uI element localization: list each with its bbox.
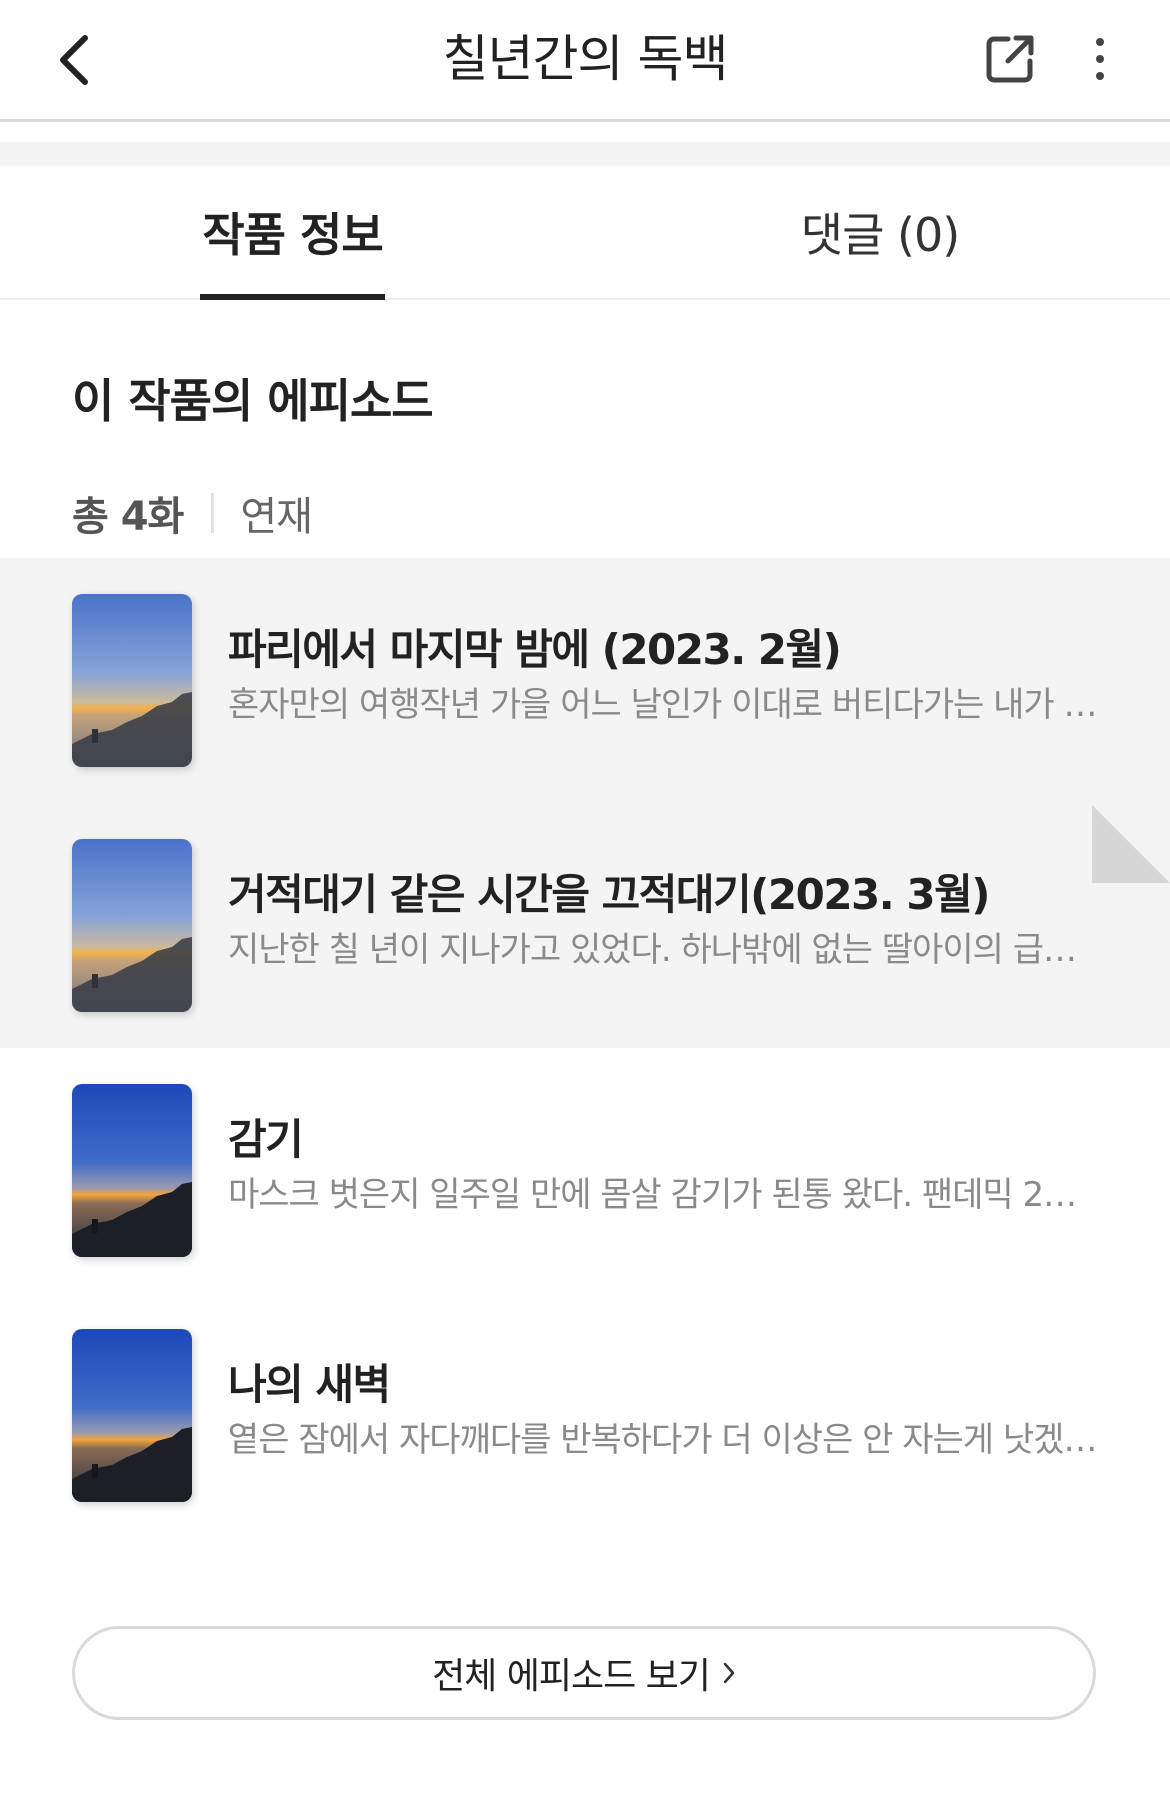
- share-external-icon: [986, 35, 1034, 83]
- chevron-right-icon: [722, 1660, 736, 1686]
- more-vertical-icon: [1096, 38, 1104, 80]
- episode-count: 총 4화: [72, 494, 184, 540]
- episode-list: 파리에서 마지막 밤에 (2023. 2월) 혼자만의 여행작년 가을 어느 날…: [0, 558, 1170, 1538]
- section-title: 이 작품의 에피소드: [72, 374, 434, 428]
- episode-item[interactable]: 거적대기 같은 시간을 끄적대기(2023. 3월) 지난한 칠 년이 지나가고…: [0, 803, 1170, 1048]
- tab-comments[interactable]: 댓글 (0): [780, 166, 980, 298]
- episode-title: 거적대기 같은 시간을 끄적대기(2023. 3월): [228, 870, 990, 919]
- tab-bar: 작품 정보 댓글 (0): [0, 166, 1170, 300]
- section-separator: [0, 142, 1170, 166]
- episode-thumbnail: [72, 594, 192, 767]
- more-options-button[interactable]: [1070, 24, 1130, 94]
- episode-item[interactable]: 감기 마스크 벗은지 일주일 만에 몸살 감기가 된통 왔다. 팬데믹 2년…: [0, 1048, 1170, 1293]
- episode-thumbnail: [72, 1084, 192, 1257]
- share-button[interactable]: [975, 24, 1045, 94]
- episode-title: 나의 새벽: [228, 1360, 391, 1409]
- episode-item[interactable]: 파리에서 마지막 밤에 (2023. 2월) 혼자만의 여행작년 가을 어느 날…: [0, 558, 1170, 803]
- episode-meta: 총 4화 연재: [72, 480, 313, 546]
- episode-thumbnail: [72, 839, 192, 1012]
- episode-item[interactable]: 나의 새벽 옅은 잠에서 자다깨다를 반복하다가 더 이상은 안 자는게 낫겠…: [0, 1293, 1170, 1538]
- episode-description: 마스크 벗은지 일주일 만에 몸살 감기가 된통 왔다. 팬데믹 2년…: [228, 1175, 1098, 1215]
- episode-title: 감기: [228, 1115, 304, 1164]
- episode-title: 파리에서 마지막 밤에 (2023. 2월): [228, 625, 842, 674]
- episode-description: 옅은 잠에서 자다깨다를 반복하다가 더 이상은 안 자는게 낫겠…: [228, 1420, 1097, 1460]
- tab-work-info[interactable]: 작품 정보: [200, 166, 385, 300]
- episode-description: 지난한 칠 년이 지나가고 있었다. 하나밖에 없는 딸아이의 급…: [228, 930, 1077, 970]
- page-fold-icon: [1092, 805, 1170, 883]
- meta-divider: [211, 493, 215, 533]
- serial-status: 연재: [240, 494, 313, 540]
- app-header: 칠년간의 독백: [0, 0, 1170, 122]
- tab-work-info-label: 작품 정보: [202, 208, 383, 262]
- view-all-episodes-button[interactable]: 전체 에피소드 보기: [72, 1626, 1096, 1720]
- episode-description: 혼자만의 여행작년 가을 어느 날인가 이대로 버티다가는 내가 …: [228, 685, 1097, 725]
- view-all-episodes-label: 전체 에피소드 보기: [432, 1656, 711, 1697]
- tab-comments-label: 댓글 (0): [800, 208, 960, 262]
- active-tab-indicator: [200, 294, 385, 300]
- episode-thumbnail: [72, 1329, 192, 1502]
